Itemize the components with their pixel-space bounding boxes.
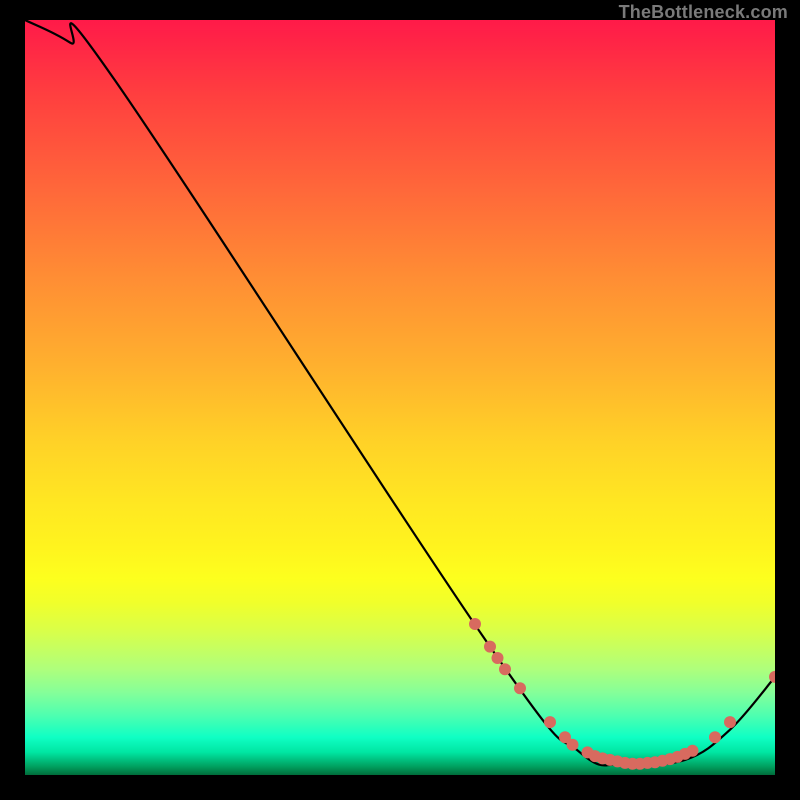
chart-overlay	[25, 20, 775, 775]
data-marker	[514, 682, 526, 694]
data-marker	[492, 652, 504, 664]
data-marker	[724, 716, 736, 728]
data-marker	[769, 671, 775, 683]
markers-group	[469, 618, 775, 770]
data-marker	[484, 641, 496, 653]
data-marker	[687, 745, 699, 757]
data-marker	[469, 618, 481, 630]
bottleneck-curve	[25, 20, 775, 765]
data-marker	[709, 731, 721, 743]
chart-stage: TheBottleneck.com	[0, 0, 800, 800]
watermark-text: TheBottleneck.com	[619, 2, 788, 23]
data-marker	[499, 663, 511, 675]
data-marker	[544, 716, 556, 728]
data-marker	[567, 739, 579, 751]
